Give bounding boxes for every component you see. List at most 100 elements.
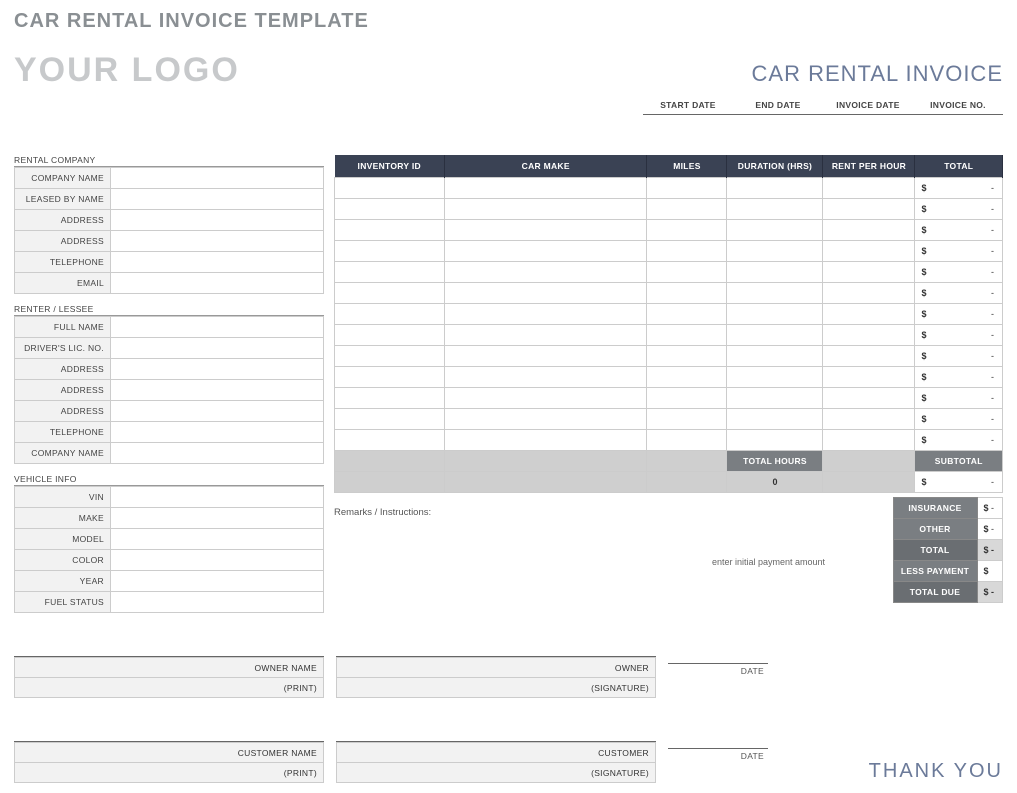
info-value[interactable]	[111, 422, 324, 443]
info-value[interactable]	[111, 231, 324, 252]
line-cell-duration[interactable]	[727, 367, 823, 388]
line-cell-inventory_id[interactable]	[335, 325, 445, 346]
line-cell-rent_per_hour[interactable]	[823, 325, 915, 346]
meta-invoice-no-value[interactable]	[913, 115, 1003, 135]
info-value[interactable]	[111, 443, 324, 464]
line-cell-duration[interactable]	[727, 262, 823, 283]
info-value[interactable]	[111, 338, 324, 359]
line-cell-miles[interactable]	[647, 367, 727, 388]
line-cell-rent_per_hour[interactable]	[823, 178, 915, 199]
customer-date-label: DATE	[668, 749, 768, 763]
line-cell-rent_per_hour[interactable]	[823, 283, 915, 304]
line-cell-duration[interactable]	[727, 178, 823, 199]
line-total-sym: $	[915, 325, 933, 346]
line-cell-miles[interactable]	[647, 199, 727, 220]
info-value[interactable]	[111, 380, 324, 401]
line-cell-miles[interactable]	[647, 241, 727, 262]
info-value[interactable]	[111, 487, 324, 508]
line-cell-inventory_id[interactable]	[335, 283, 445, 304]
info-value[interactable]	[111, 210, 324, 231]
subtotal-sym: $	[915, 472, 933, 493]
summary-other-amt[interactable]: -	[991, 519, 1003, 540]
line-cell-miles[interactable]	[647, 325, 727, 346]
line-cell-duration[interactable]	[727, 304, 823, 325]
line-cell-car_make[interactable]	[445, 241, 647, 262]
info-value[interactable]	[111, 317, 324, 338]
summary-insurance-amt[interactable]: -	[991, 498, 1003, 519]
meta-start-date-value[interactable]	[643, 115, 733, 135]
line-cell-inventory_id[interactable]	[335, 220, 445, 241]
line-cell-miles[interactable]	[647, 430, 727, 451]
line-cell-duration[interactable]	[727, 199, 823, 220]
line-cell-car_make[interactable]	[445, 409, 647, 430]
info-value[interactable]	[111, 273, 324, 294]
line-cell-rent_per_hour[interactable]	[823, 388, 915, 409]
line-cell-car_make[interactable]	[445, 262, 647, 283]
line-cell-rent_per_hour[interactable]	[823, 220, 915, 241]
line-cell-car_make[interactable]	[445, 178, 647, 199]
line-cell-duration[interactable]	[727, 325, 823, 346]
customer-signature-line[interactable]	[336, 722, 656, 742]
info-value[interactable]	[111, 168, 324, 189]
line-cell-inventory_id[interactable]	[335, 409, 445, 430]
line-cell-duration[interactable]	[727, 346, 823, 367]
line-cell-car_make[interactable]	[445, 283, 647, 304]
line-cell-duration[interactable]	[727, 283, 823, 304]
line-cell-miles[interactable]	[647, 388, 727, 409]
line-cell-rent_per_hour[interactable]	[823, 346, 915, 367]
owner-signature-line[interactable]	[336, 637, 656, 657]
line-cell-inventory_id[interactable]	[335, 367, 445, 388]
line-cell-duration[interactable]	[727, 220, 823, 241]
owner-name-line[interactable]	[14, 637, 324, 657]
line-cell-car_make[interactable]	[445, 346, 647, 367]
line-cell-rent_per_hour[interactable]	[823, 304, 915, 325]
info-value[interactable]	[111, 592, 324, 613]
line-cell-rent_per_hour[interactable]	[823, 262, 915, 283]
customer-name-line[interactable]	[14, 722, 324, 742]
summary-less-amt[interactable]	[991, 561, 1003, 582]
line-cell-car_make[interactable]	[445, 304, 647, 325]
line-cell-car_make[interactable]	[445, 367, 647, 388]
line-cell-miles[interactable]	[647, 409, 727, 430]
line-cell-car_make[interactable]	[445, 325, 647, 346]
line-cell-rent_per_hour[interactable]	[823, 430, 915, 451]
info-value[interactable]	[111, 508, 324, 529]
info-value[interactable]	[111, 252, 324, 273]
line-cell-miles[interactable]	[647, 304, 727, 325]
info-value[interactable]	[111, 571, 324, 592]
line-cell-inventory_id[interactable]	[335, 241, 445, 262]
info-value[interactable]	[111, 189, 324, 210]
line-cell-car_make[interactable]	[445, 430, 647, 451]
meta-invoice-date-value[interactable]	[823, 115, 913, 135]
line-cell-miles[interactable]	[647, 262, 727, 283]
customer-date-line[interactable]	[668, 729, 768, 749]
owner-date-line[interactable]	[668, 644, 768, 664]
line-cell-miles[interactable]	[647, 220, 727, 241]
meta-end-date-value[interactable]	[733, 115, 823, 135]
line-cell-inventory_id[interactable]	[335, 178, 445, 199]
line-cell-duration[interactable]	[727, 430, 823, 451]
line-cell-inventory_id[interactable]	[335, 430, 445, 451]
info-value[interactable]	[111, 401, 324, 422]
line-cell-duration[interactable]	[727, 388, 823, 409]
line-cell-car_make[interactable]	[445, 220, 647, 241]
line-cell-rent_per_hour[interactable]	[823, 241, 915, 262]
line-cell-rent_per_hour[interactable]	[823, 199, 915, 220]
line-cell-miles[interactable]	[647, 178, 727, 199]
line-cell-duration[interactable]	[727, 241, 823, 262]
line-cell-inventory_id[interactable]	[335, 346, 445, 367]
info-value[interactable]	[111, 550, 324, 571]
line-cell-inventory_id[interactable]	[335, 199, 445, 220]
line-cell-rent_per_hour[interactable]	[823, 367, 915, 388]
line-cell-car_make[interactable]	[445, 199, 647, 220]
line-cell-inventory_id[interactable]	[335, 388, 445, 409]
info-value[interactable]	[111, 359, 324, 380]
line-cell-miles[interactable]	[647, 283, 727, 304]
line-cell-inventory_id[interactable]	[335, 304, 445, 325]
line-cell-rent_per_hour[interactable]	[823, 409, 915, 430]
info-value[interactable]	[111, 529, 324, 550]
line-cell-miles[interactable]	[647, 346, 727, 367]
line-cell-inventory_id[interactable]	[335, 262, 445, 283]
line-cell-duration[interactable]	[727, 409, 823, 430]
line-cell-car_make[interactable]	[445, 388, 647, 409]
